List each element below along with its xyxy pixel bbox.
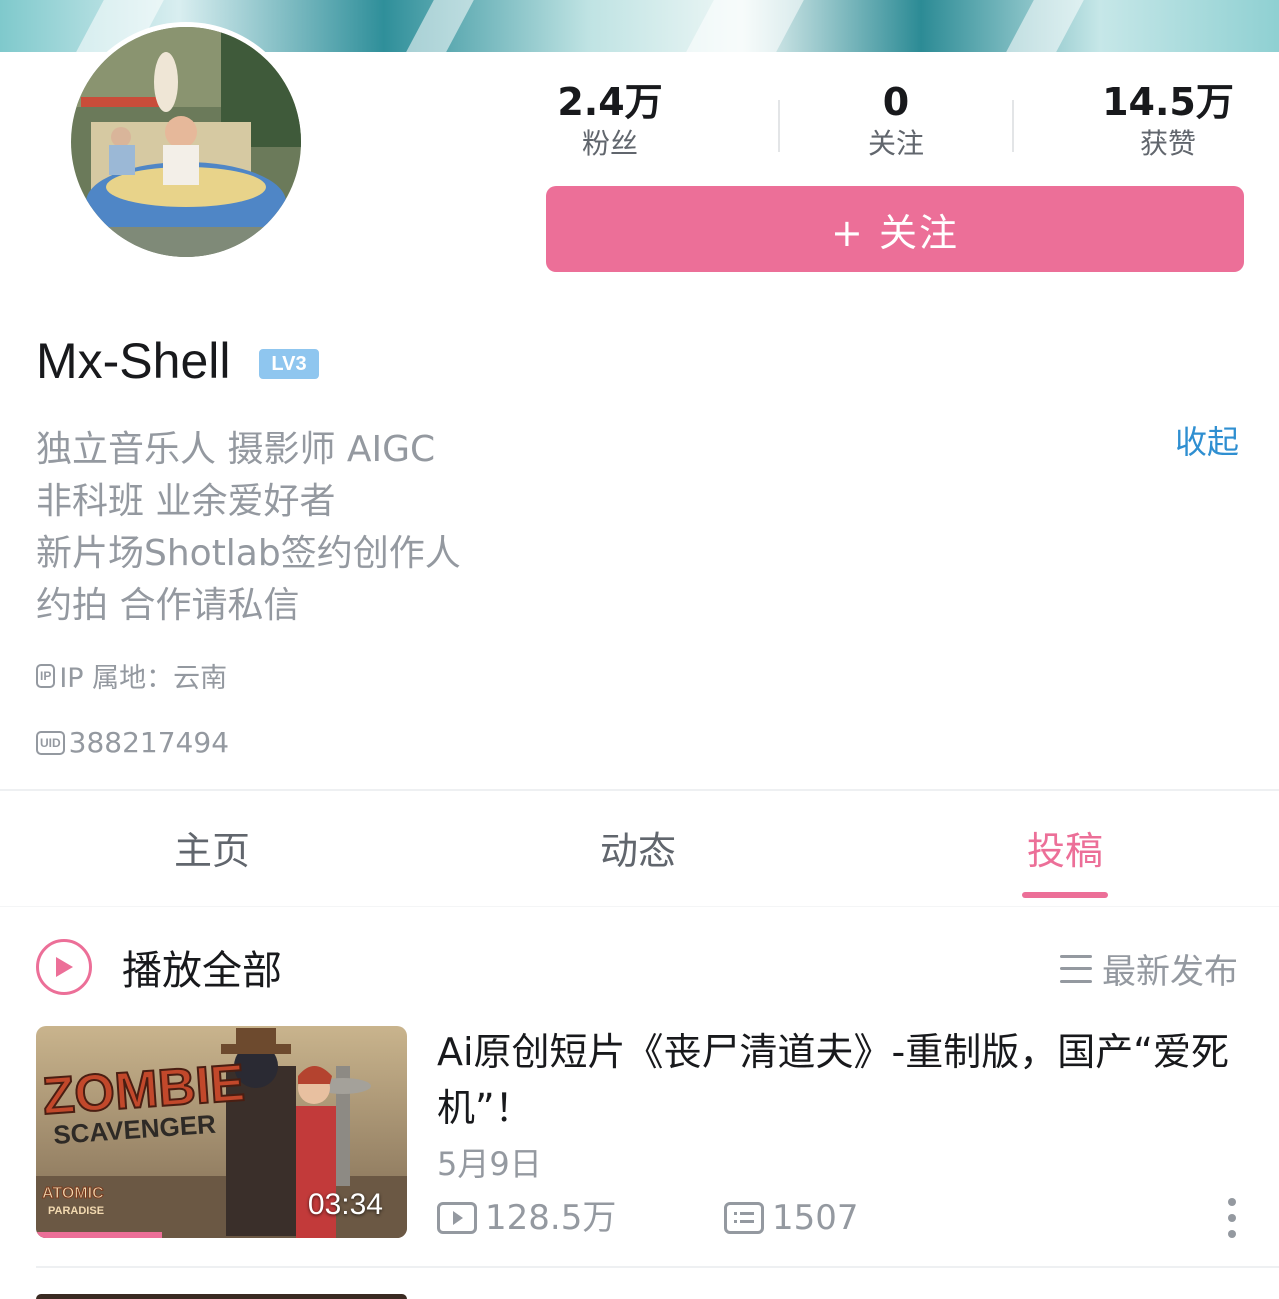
tab-dynamics[interactable]: 动态 [600, 826, 676, 876]
tab-home[interactable]: 主页 [174, 826, 250, 876]
following-count: 0 [882, 80, 910, 124]
bio-line: 独立音乐人 摄影师 AIGC [36, 429, 436, 470]
sort-label: 最新发布 [1102, 952, 1238, 992]
thumbnail-caption-1: ATOMIC [42, 1185, 104, 1202]
section-divider [0, 789, 1279, 791]
fans-count: 2.4万 [557, 80, 663, 124]
uid-icon: UID [36, 730, 65, 755]
stat-divider [778, 100, 780, 152]
video-title[interactable]: Ai原创短片《丧尸清道夫》-重制版，国产“爱死机”！ [437, 1024, 1247, 1136]
level-badge: LV3 [259, 349, 319, 379]
fans-label: 粉丝 [581, 127, 638, 160]
play-all-label: 播放全部 [122, 948, 282, 994]
ip-icon: IP [36, 663, 56, 688]
uid-row[interactable]: UID 388217494 [36, 726, 229, 759]
ip-location: IP IP 属地：云南 [36, 656, 227, 695]
stat-following[interactable]: 0 关注 [836, 78, 956, 162]
comment-count: 1507 [772, 1198, 859, 1238]
video-duration: 03:34 [307, 1188, 383, 1221]
next-video-thumbnail[interactable] [36, 1294, 407, 1299]
sort-button[interactable]: 最新发布 [1060, 944, 1238, 993]
thumbnail-caption-2: PARADISE [48, 1205, 104, 1217]
active-tab-indicator [1022, 892, 1108, 898]
uid-text: 388217494 [68, 726, 230, 759]
video-thumbnail[interactable]: ZOMBIE SCAVENGER ATOMIC PARADISE 03:34 [36, 1026, 407, 1238]
likes-label: 获赞 [1139, 127, 1196, 160]
follow-button[interactable]: + 关注 [546, 186, 1244, 272]
following-label: 关注 [867, 127, 924, 160]
ip-location-text: IP 属地：云南 [59, 663, 228, 694]
more-options-icon[interactable] [1226, 1198, 1238, 1238]
username: Mx-Shell [36, 333, 231, 389]
video-date: 5月9日 [437, 1145, 542, 1183]
avatar[interactable] [66, 22, 306, 262]
stat-divider [1012, 100, 1014, 152]
bio-line: 非科班 业余爱好者 [36, 481, 336, 522]
comment-count-icon [724, 1202, 764, 1234]
tab-uploads[interactable]: 投稿 [1027, 826, 1103, 876]
view-count: 128.5万 [485, 1198, 617, 1238]
play-count-icon [437, 1202, 477, 1234]
tab-divider [0, 906, 1279, 907]
video-views: 128.5万 [437, 1196, 616, 1240]
watch-progress-bar [36, 1232, 163, 1238]
video-comments: 1507 [724, 1196, 859, 1240]
bio: 独立音乐人 摄影师 AIGC 非科班 业余爱好者 新片场Shotlab签约创作人… [36, 424, 736, 632]
collapse-bio-link[interactable]: 收起 [1175, 420, 1239, 464]
stat-fans[interactable]: 2.4万 粉丝 [540, 78, 680, 162]
bio-line: 新片场Shotlab签约创作人 [36, 533, 461, 574]
play-all-button[interactable]: 播放全部 [36, 938, 282, 996]
menu-icon [1060, 954, 1092, 983]
bio-line: 约拍 合作请私信 [36, 585, 300, 626]
list-divider [36, 1266, 1279, 1268]
stat-likes[interactable]: 14.5万 获赞 [1090, 78, 1246, 162]
likes-count: 14.5万 [1102, 80, 1234, 124]
play-circle-icon [36, 939, 92, 995]
avatar-photo [71, 27, 301, 257]
